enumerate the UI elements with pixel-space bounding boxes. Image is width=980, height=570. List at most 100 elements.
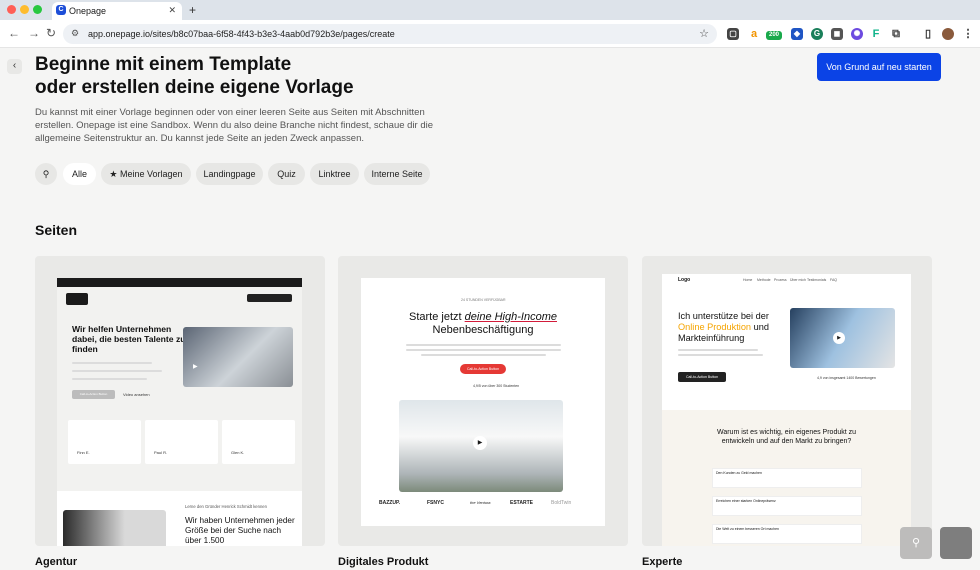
- preview-logo: FSNYC: [427, 500, 444, 506]
- faq-item-title: Die Welt zu einem besseren Ort machen: [716, 527, 779, 531]
- extension-green-icon[interactable]: F: [870, 28, 882, 40]
- faq-item-title: Den Kunden zu Geld machen: [716, 471, 762, 475]
- filter-chip-alle[interactable]: Alle: [63, 163, 96, 185]
- template-preview: Logo Home Methode Prozess Über mich Test…: [662, 274, 911, 546]
- video-play-icon: ▶: [193, 364, 198, 370]
- amazon-extension-icon[interactable]: a: [748, 28, 760, 40]
- template-card-digitales-produkt[interactable]: 24 STUNDEN VERFÜGBAR Starte jetzt deine …: [338, 256, 628, 546]
- preview-cta: Call-to-Action Button: [72, 390, 115, 399]
- card-caption-agentur: Agentur: [35, 556, 78, 568]
- preview-logo: the Ventura: [470, 500, 491, 505]
- forward-arrow-icon[interactable]: →: [28, 26, 40, 40]
- floating-help-button[interactable]: [940, 527, 972, 559]
- preview-video-link: Video ansehen: [123, 392, 150, 397]
- filter-chip-landingpage[interactable]: Landingpage: [196, 163, 263, 185]
- floating-search-button[interactable]: ⚲: [900, 527, 932, 559]
- extension-screen-icon[interactable]: ▢: [727, 28, 739, 40]
- reload-icon[interactable]: ↻: [46, 26, 56, 40]
- preview-logo: BoldTwin: [551, 500, 572, 506]
- preview-nav-item: Testimonials: [807, 278, 827, 282]
- preview-text-line: [678, 349, 758, 351]
- back-arrow-icon[interactable]: ←: [8, 26, 20, 40]
- preview-nav-button: [247, 294, 292, 302]
- site-info-icon[interactable]: ⚙: [71, 28, 79, 39]
- grammarly-extension-icon[interactable]: G: [811, 28, 823, 40]
- extensions-puzzle-icon[interactable]: ⧉: [890, 28, 902, 40]
- minimize-window-button[interactable]: [20, 5, 29, 14]
- card-caption-digitales-produkt: Digitales Produkt: [338, 556, 429, 568]
- section-title: Seiten: [35, 222, 78, 238]
- preview-headline-2: Wir haben Unternehmen jeder Größe bei de…: [185, 516, 295, 545]
- restart-from-scratch-button[interactable]: Von Grund auf neu starten: [817, 53, 941, 81]
- reviewer-name: Finn E.: [77, 450, 90, 455]
- preview-team-photo: [183, 327, 293, 387]
- star-icon: ★: [109, 169, 118, 179]
- browser-tab[interactable]: C Onepage ✕: [52, 2, 182, 20]
- filter-chip-label: Meine Vorlagen: [120, 169, 183, 179]
- page-description: Du kannst mit einer Vorlage beginnen ode…: [35, 107, 434, 144]
- search-icon: ⚲: [911, 537, 921, 549]
- browser-tab-bar: C Onepage ✕ +: [0, 0, 980, 20]
- preview-topbar: [57, 278, 302, 287]
- headline-highlight: deine High-Income: [464, 311, 557, 323]
- extension-badge[interactable]: 200: [766, 31, 782, 40]
- template-card-agentur[interactable]: Wir helfen Unternehmen dabei, die besten…: [35, 256, 325, 546]
- preview-nav-item: Methode: [757, 278, 771, 282]
- filter-search-button[interactable]: ⚲: [35, 163, 57, 185]
- template-card-experte[interactable]: Logo Home Methode Prozess Über mich Test…: [642, 256, 932, 546]
- preview-logo: BAZZUP.: [379, 500, 401, 506]
- faq-item-title: Erreichen einer starken Onlinepräsenz: [716, 499, 776, 503]
- preview-cta: Call-to-Action Button: [460, 364, 506, 374]
- extension-blue-icon[interactable]: ◆: [791, 28, 803, 40]
- back-button[interactable]: ‹: [7, 59, 22, 74]
- reviewer-name: Paul R.: [154, 450, 168, 455]
- filter-chip-meine-vorlagen[interactable]: ★ Meine Vorlagen: [101, 163, 191, 185]
- headline-part: Markteinführung: [678, 333, 745, 343]
- filter-chip-linktree[interactable]: Linktree: [310, 163, 359, 185]
- headline-highlight: Online Produktion: [678, 322, 752, 332]
- url-text: app.onepage.io/sites/b8c07baa-6f58-4f43-…: [88, 29, 395, 39]
- tab-close-icon[interactable]: ✕: [168, 5, 176, 16]
- preview-nav-item: FAQ: [830, 278, 838, 282]
- back-icon: ‹: [12, 60, 17, 71]
- headline-part: Nebenbeschäftigung: [432, 324, 534, 336]
- address-bar[interactable]: ⚙ app.onepage.io/sites/b8c07baa-6f58-4f4…: [63, 24, 717, 44]
- preview-founder-line: Lerne den Gründer Henrick Schmidt kennen: [185, 504, 267, 509]
- review-card: [145, 420, 218, 464]
- template-preview: 24 STUNDEN VERFÜGBAR Starte jetzt deine …: [361, 278, 605, 526]
- filter-chip-interne-seite[interactable]: Interne Seite: [364, 163, 430, 185]
- preview-nav-item: Über mich: [790, 278, 806, 282]
- preview-nav-item: Prozess: [774, 278, 787, 282]
- onepage-favicon-icon: C: [56, 5, 66, 15]
- maximize-window-button[interactable]: [33, 5, 42, 14]
- extension-dark-icon[interactable]: ◼: [831, 28, 843, 40]
- close-window-button[interactable]: [7, 5, 16, 14]
- new-tab-icon[interactable]: +: [189, 3, 196, 17]
- card-caption-experte: Experte: [642, 556, 683, 568]
- review-card: [222, 420, 295, 464]
- preview-text-line: [406, 349, 561, 351]
- profile-avatar[interactable]: [942, 28, 954, 40]
- filter-chip-quiz[interactable]: Quiz: [268, 163, 305, 185]
- reviewer-name: Glen K.: [231, 450, 245, 455]
- sidebar-toggle-icon[interactable]: ▯: [922, 28, 934, 40]
- preview-rating: 4,9/5 von über 300 Studenten: [473, 384, 520, 388]
- tab-title: Onepage: [69, 6, 107, 16]
- headline-part: und: [751, 322, 769, 332]
- preview-text-line: [678, 354, 763, 356]
- browser-menu-icon[interactable]: ⋮: [962, 28, 974, 40]
- headline-part: Ich unterstütze bei der: [678, 311, 769, 321]
- preview-rating: 4,9 von insgesamt 1400 Bewertungen: [817, 376, 876, 380]
- preview-text-line: [72, 362, 152, 364]
- extension-purple-icon[interactable]: ✺: [851, 28, 863, 40]
- preview-logo: Logo: [678, 277, 691, 283]
- preview-headline: Wir helfen Unternehmen dabei, die besten…: [72, 324, 186, 354]
- page-title: Beginne mit einem Template oder erstelle…: [35, 54, 354, 98]
- search-icon: ⚲: [42, 169, 50, 179]
- preview-text-line: [421, 354, 546, 356]
- preview-logo: ESTARTE: [510, 500, 533, 506]
- bookmark-star-icon[interactable]: ☆: [699, 27, 709, 40]
- review-card: [68, 420, 141, 464]
- preview-text-line: [72, 370, 162, 372]
- preview-cta: Call-to-Action Button: [678, 372, 726, 382]
